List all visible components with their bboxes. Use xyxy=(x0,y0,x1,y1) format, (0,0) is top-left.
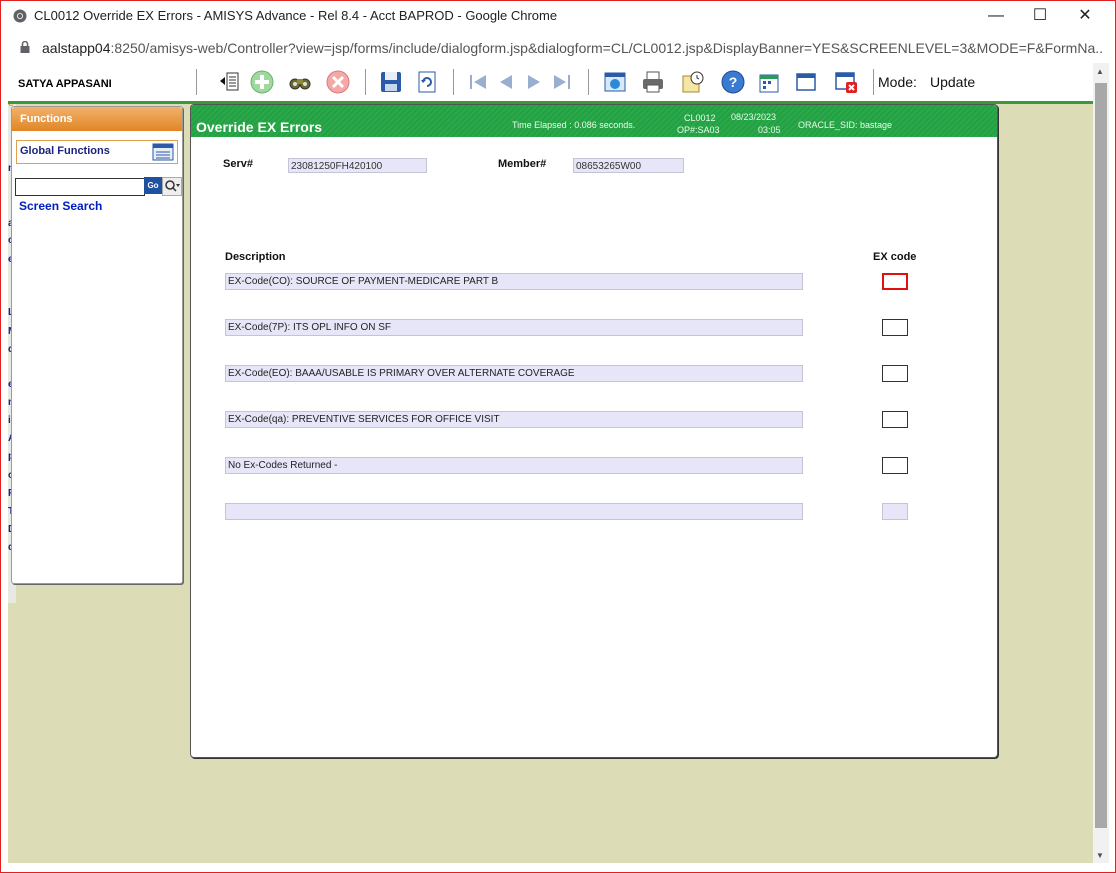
new-window-icon[interactable] xyxy=(794,70,818,94)
excode-input[interactable] xyxy=(882,457,908,474)
search-options-icon[interactable] xyxy=(162,177,182,196)
member-number-field[interactable]: 08653265W00 xyxy=(573,158,684,173)
toolbar-separator xyxy=(365,69,366,95)
window-globe-icon[interactable] xyxy=(603,70,627,94)
description-header: Description xyxy=(225,251,286,263)
url-path: :8250/amisys-web/Controller?view=jsp/for… xyxy=(110,40,1102,56)
excode-input[interactable] xyxy=(882,365,908,382)
save-icon[interactable] xyxy=(379,70,403,94)
description-field: EX-Code(EO): BAAA/USABLE IS PRIMARY OVER… xyxy=(225,365,803,382)
lock-icon xyxy=(20,41,30,53)
schedule-icon[interactable] xyxy=(681,70,705,94)
next-record-icon[interactable] xyxy=(522,70,546,94)
exit-menu-icon[interactable] xyxy=(218,70,242,94)
close-window-button[interactable]: ✕ xyxy=(1075,6,1095,26)
url-text[interactable]: aalstapp04:8250/amisys-web/Controller?vi… xyxy=(42,40,1102,56)
user-name: SATYA APPASANI xyxy=(18,78,112,90)
toolbar-separator xyxy=(873,69,874,95)
description-field: EX-Code(7P): ITS OPL INFO ON SF xyxy=(225,319,803,336)
application-toolbar: SATYA APPASANI ? Mode: Update xyxy=(8,63,1093,104)
description-field: EX-Code(CO): SOURCE OF PAYMENT-MEDICARE … xyxy=(225,273,803,290)
first-record-icon[interactable] xyxy=(466,70,490,94)
elapsed-time: Time Elapsed : 0.086 seconds. xyxy=(512,120,636,130)
url-host: aalstapp04 xyxy=(42,40,111,56)
function-search-input[interactable] xyxy=(15,178,145,196)
mode-value: Update xyxy=(930,74,976,90)
oracle-sid: ORACLE_SID: bastage xyxy=(798,120,893,130)
maximize-button[interactable]: ☐ xyxy=(1030,6,1050,26)
delete-icon[interactable] xyxy=(326,70,350,94)
calendar-icon[interactable] xyxy=(757,70,781,94)
operator-code: OP#:SA03 xyxy=(677,125,720,135)
session-time: 03:05 xyxy=(758,125,781,135)
description-field: EX-Code(qa): PREVENTIVE SERVICES FOR OFF… xyxy=(225,411,803,428)
excode-input[interactable] xyxy=(882,273,908,290)
toolbar-separator xyxy=(196,69,197,95)
close-form-icon[interactable] xyxy=(834,70,858,94)
refresh-document-icon[interactable] xyxy=(415,70,439,94)
print-icon[interactable] xyxy=(641,70,665,94)
functions-title: Functions xyxy=(20,113,73,125)
excode-input[interactable] xyxy=(882,411,908,428)
window-title: CL0012 Override EX Errors - AMISYS Advan… xyxy=(34,8,558,23)
serv-number-field[interactable]: 23081250FH420100 xyxy=(288,158,427,173)
functions-panel: Functions Global Functions Go Screen Sea… xyxy=(11,106,183,584)
member-label: Member# xyxy=(498,158,547,170)
excode-input-disabled xyxy=(882,503,908,520)
title-bar: CL0012 Override EX Errors - AMISYS Advan… xyxy=(1,1,1115,31)
override-ex-errors-form: Override EX Errors Time Elapsed : 0.086 … xyxy=(190,104,998,758)
screen-search-link[interactable]: Screen Search xyxy=(19,199,102,213)
form-title: Override EX Errors xyxy=(196,119,323,135)
excode-input[interactable] xyxy=(882,319,908,336)
add-icon[interactable] xyxy=(250,70,274,94)
svg-text:?: ? xyxy=(729,74,738,90)
help-icon[interactable]: ? xyxy=(721,70,745,94)
scroll-up-icon[interactable]: ▲ xyxy=(1096,67,1104,76)
go-button[interactable]: Go xyxy=(144,177,162,194)
chrome-icon xyxy=(13,9,27,23)
mode-label: Mode: xyxy=(878,74,917,90)
scroll-down-icon[interactable]: ▼ xyxy=(1096,851,1104,860)
session-date: 08/23/2023 xyxy=(731,112,777,122)
screen-code: CL0012 xyxy=(684,113,716,123)
global-functions-label: Global Functions xyxy=(20,145,110,157)
global-functions-icon[interactable] xyxy=(152,143,174,161)
form-body: Serv# 23081250FH420100 Member# 08653265W… xyxy=(193,137,993,753)
description-field xyxy=(225,503,803,520)
binoculars-icon[interactable] xyxy=(288,70,312,94)
minimize-button[interactable]: — xyxy=(986,6,1006,26)
vertical-scrollbar[interactable]: ▲ ▼ xyxy=(1093,63,1109,863)
description-field: No Ex-Codes Returned - xyxy=(225,457,803,474)
address-bar[interactable]: aalstapp04:8250/amisys-web/Controller?vi… xyxy=(1,31,1115,64)
last-record-icon[interactable] xyxy=(550,70,574,94)
excode-header: EX code xyxy=(873,251,917,263)
previous-record-icon[interactable] xyxy=(494,70,518,94)
toolbar-separator xyxy=(453,69,454,95)
functions-header: Functions xyxy=(12,107,182,131)
scroll-thumb[interactable] xyxy=(1095,83,1107,828)
toolbar-separator xyxy=(588,69,589,95)
global-functions-button[interactable]: Global Functions xyxy=(16,140,178,164)
serv-label: Serv# xyxy=(223,158,253,170)
form-header: Override EX Errors Time Elapsed : 0.086 … xyxy=(191,105,997,137)
